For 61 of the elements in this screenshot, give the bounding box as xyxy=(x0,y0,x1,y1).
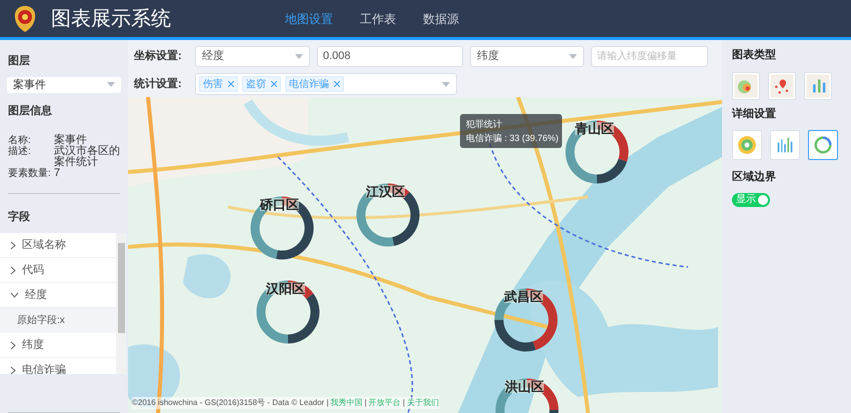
donut-chart[interactable] xyxy=(250,196,314,260)
field-item[interactable]: 经度 xyxy=(0,283,116,308)
input-field[interactable]: 0.008 xyxy=(317,46,463,67)
heatmap-icon xyxy=(733,72,759,98)
chart-type-option[interactable] xyxy=(804,72,832,100)
app-title: 图表展示系统 xyxy=(51,6,171,32)
district-label: 硚口区 xyxy=(260,198,299,211)
donut-chart[interactable] xyxy=(494,288,558,352)
field-item[interactable]: 纬度 xyxy=(0,333,116,358)
separator: | xyxy=(364,397,367,409)
section-heading: 详细设置 xyxy=(732,106,777,122)
info-label: 要素数量: xyxy=(8,168,52,179)
info-label: 名称: xyxy=(8,134,32,146)
map-pins-icon xyxy=(769,72,795,98)
caret-icon xyxy=(569,54,577,59)
dropdown[interactable]: 经度 xyxy=(195,46,310,67)
separator: | xyxy=(402,397,405,409)
info-value: 案事件 xyxy=(54,134,87,146)
field-label: 坐标设置: xyxy=(134,48,183,64)
donut-chart[interactable] xyxy=(256,280,320,344)
chart-type-option[interactable] xyxy=(768,72,796,100)
field-item[interactable]: 电信诈骗 xyxy=(0,358,116,374)
info-value: 武汉市各区的案件统计 xyxy=(54,146,121,168)
field-item[interactable]: 代码 xyxy=(0,258,116,284)
dropdown[interactable]: 纬度 xyxy=(470,46,584,67)
chart-type-option[interactable] xyxy=(732,72,760,100)
attribution: ©2016 ishowchina - GS(2016)3158号 - Data © Leador | xyxy=(132,397,329,409)
section-heading: 字段 xyxy=(8,210,31,225)
caret-icon xyxy=(107,82,115,88)
district-label: 汉阳区 xyxy=(266,282,305,295)
district-label: 青山区 xyxy=(575,122,614,135)
section-heading: 图层 xyxy=(8,54,31,69)
input-field[interactable]: 请输入纬度偏移量 xyxy=(591,46,708,67)
close-icon[interactable] xyxy=(228,81,234,87)
donut-chart[interactable] xyxy=(356,183,420,247)
field-item[interactable]: 区域名称 xyxy=(0,233,116,258)
layer-select[interactable]: 案事件 xyxy=(7,76,121,94)
close-icon[interactable] xyxy=(271,81,277,87)
district-label: 江汉区 xyxy=(366,185,405,198)
info-label: 描述: xyxy=(8,146,32,159)
close-icon[interactable] xyxy=(334,81,340,87)
emblem-icon xyxy=(12,4,38,32)
nav-tab[interactable]: 数据源 xyxy=(423,10,459,28)
district-label: 洪山区 xyxy=(505,380,544,393)
info-value: 7 xyxy=(54,168,62,179)
bar-map-icon xyxy=(805,72,831,98)
section-heading: 图层信息 xyxy=(8,104,53,120)
donut-chart[interactable] xyxy=(565,120,629,184)
section-heading: 区域边界 xyxy=(732,170,777,185)
district-label: 武昌区 xyxy=(504,290,543,303)
nav-tab[interactable]: 工作表 xyxy=(360,10,396,28)
chart-option[interactable] xyxy=(808,130,838,160)
caret-icon xyxy=(295,54,303,59)
scrollbar[interactable] xyxy=(116,233,126,374)
nav-tab[interactable]: 地图设置 xyxy=(285,10,333,28)
tooltip-text: 电信诈骗 : 33 (39.76%) xyxy=(466,132,556,145)
tooltip-title: 犯罪统计 xyxy=(466,118,503,131)
field-label: 统计设置: xyxy=(134,76,183,92)
field-detail: 原始字段:x xyxy=(0,308,116,334)
section-heading: 图表类型 xyxy=(732,48,777,63)
caret-icon xyxy=(442,82,450,87)
